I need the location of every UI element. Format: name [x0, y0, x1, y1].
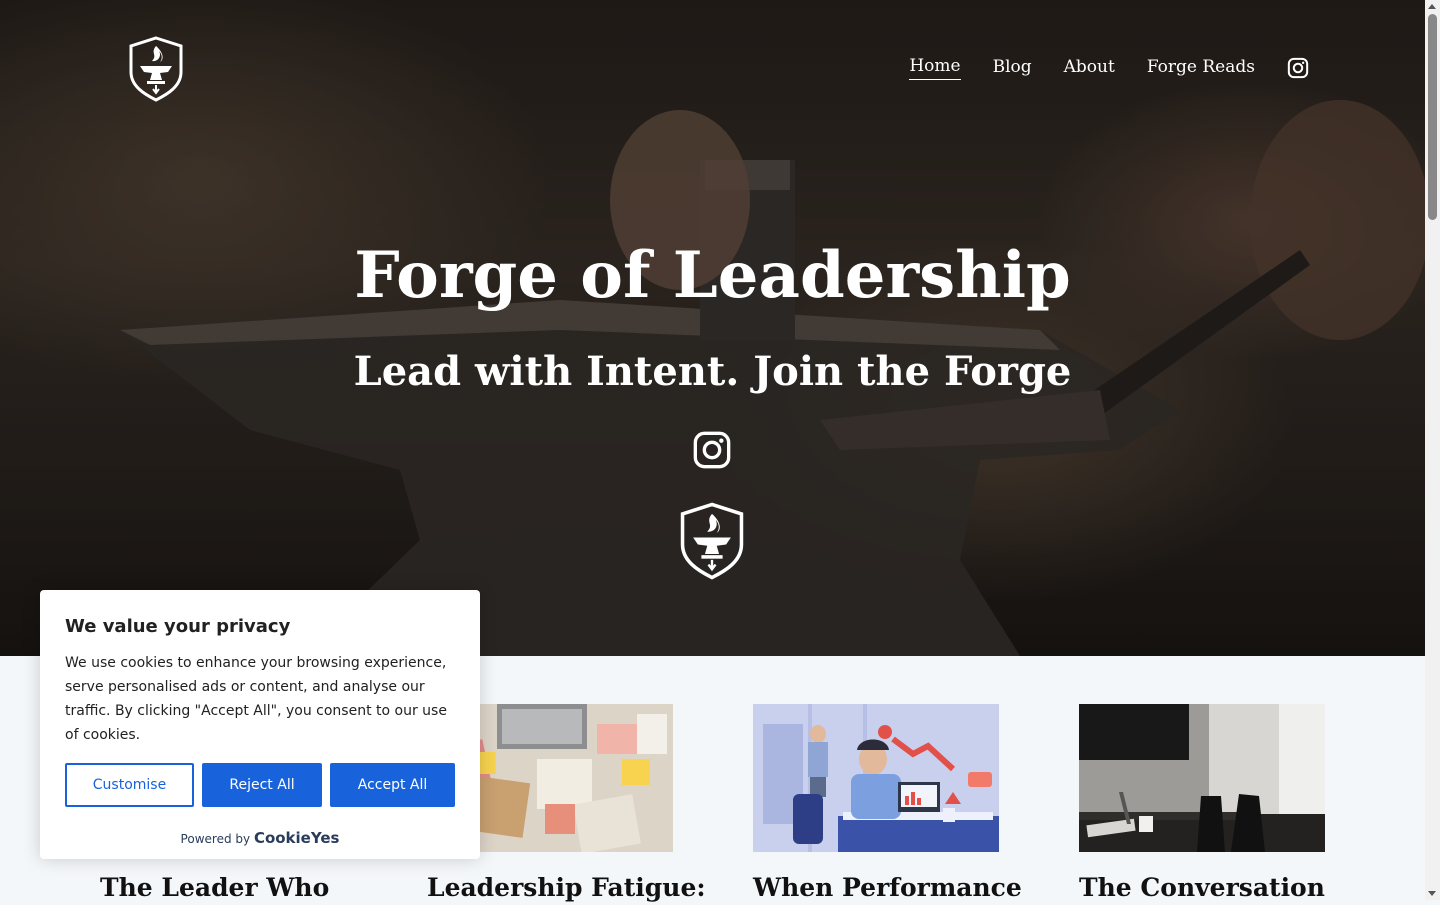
cookie-consent-banner: We value your privacy We use cookies to …: [40, 590, 480, 859]
cookie-title: We value your privacy: [65, 616, 291, 637]
stressed-worker-illustration[interactable]: [753, 704, 999, 852]
scroll-down-arrow-icon[interactable]: [1428, 891, 1436, 896]
customise-button[interactable]: Customise: [65, 763, 194, 807]
post-card[interactable]: When Performance: [753, 704, 1022, 905]
scrollbar-thumb[interactable]: [1428, 14, 1437, 220]
cookieyes-logo[interactable]: CookieYes: [254, 829, 340, 847]
nav-item-blog[interactable]: Blog: [993, 57, 1032, 80]
instagram-icon[interactable]: [692, 430, 732, 470]
page-scrollbar[interactable]: [1425, 0, 1440, 900]
instagram-icon[interactable]: [1287, 57, 1309, 79]
anvil-flame-shield-icon: [680, 502, 744, 580]
main-nav: Home Blog About Forge Reads: [877, 56, 1309, 80]
anvil-flame-shield-icon: [129, 36, 183, 102]
cookie-buttons: Customise Reject All Accept All: [65, 763, 455, 807]
hero-subtitle: Lead with Intent. Join the Forge: [353, 348, 1072, 395]
site-logo[interactable]: [128, 36, 184, 102]
powered-by: Powered by CookieYes: [65, 829, 455, 847]
hero-section: Home Blog About Forge Reads Forge of Lea…: [0, 0, 1425, 656]
scroll-up-arrow-icon[interactable]: [1428, 4, 1436, 9]
nav-item-forge-reads[interactable]: Forge Reads: [1147, 57, 1255, 80]
nav-item-about[interactable]: About: [1064, 57, 1115, 80]
hero-title: Forge of Leadership: [354, 238, 1071, 313]
cookie-body: We use cookies to enhance your browsing …: [65, 655, 447, 743]
post-card[interactable]: The Conversation: [1079, 704, 1325, 905]
reject-all-button[interactable]: Reject All: [202, 763, 322, 807]
accept-all-button[interactable]: Accept All: [330, 763, 455, 807]
meeting-room-photo[interactable]: [1079, 704, 1325, 852]
nav-item-home[interactable]: Home: [909, 56, 961, 80]
powered-by-label: Powered by: [180, 832, 251, 846]
